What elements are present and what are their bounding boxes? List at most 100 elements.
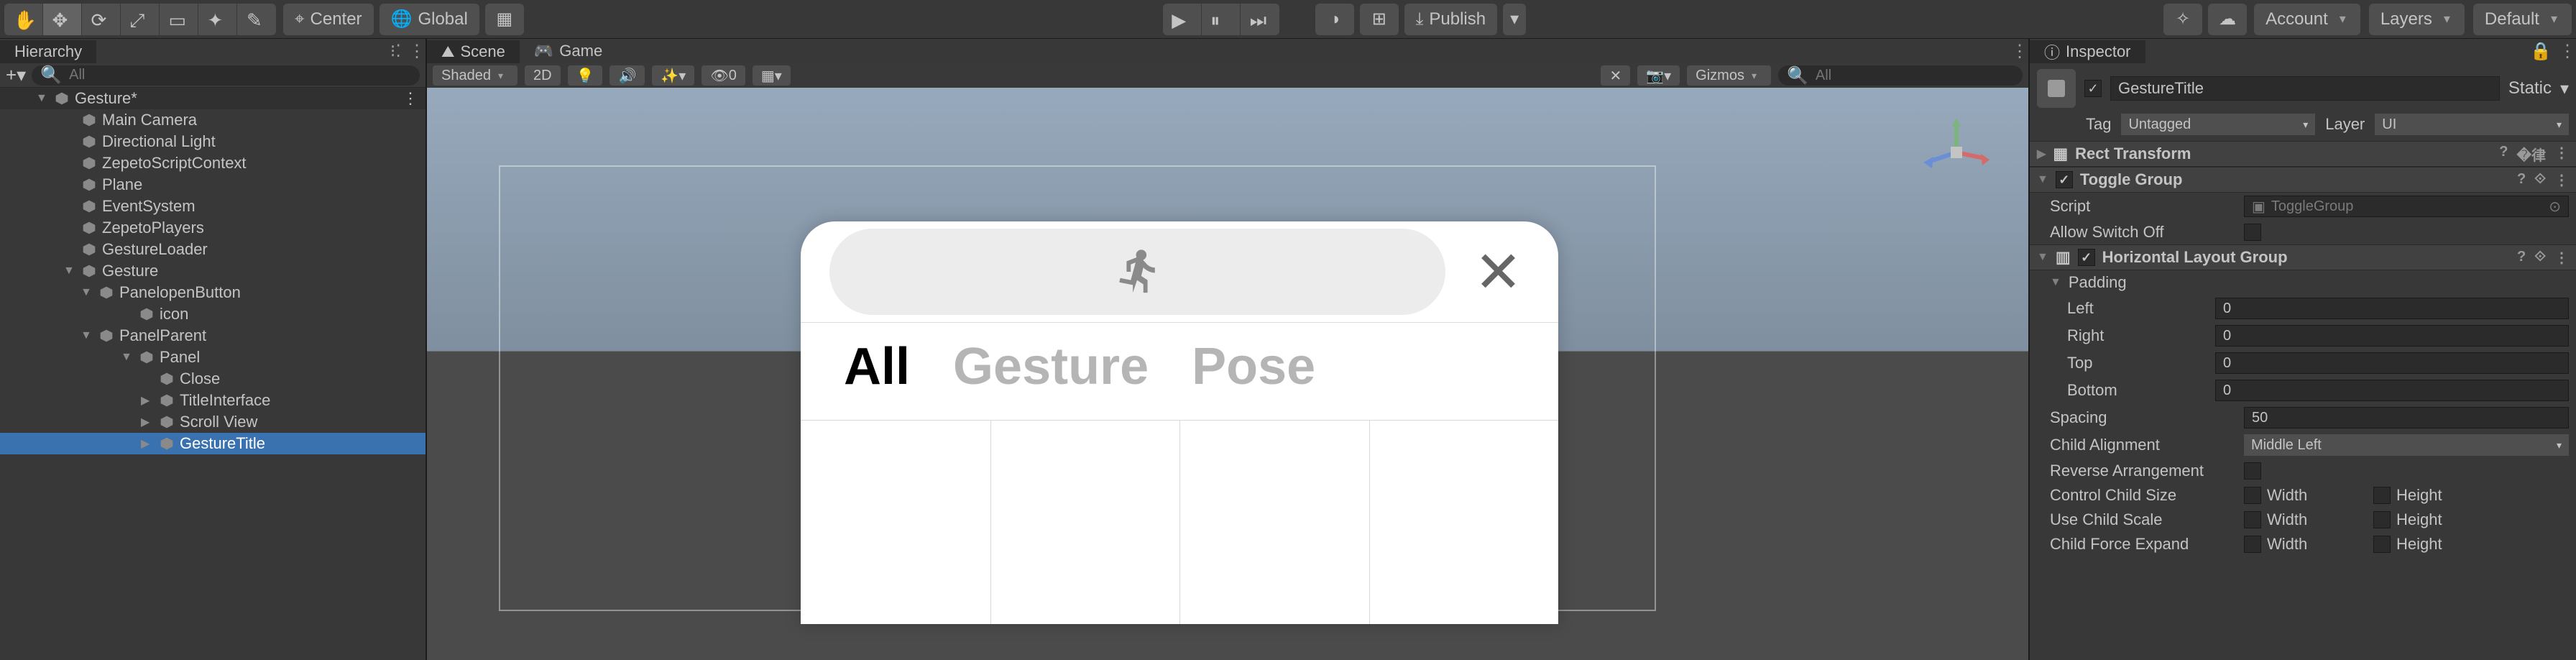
space-toggle[interactable]: 🌐Global [380, 4, 479, 35]
scene-tab[interactable]: ⛰Scene [427, 39, 520, 63]
cloud-icon[interactable]: ☁ [2208, 4, 2247, 35]
lock-icon[interactable]: ⁝⁚ [390, 41, 401, 62]
hierarchy-search-input[interactable] [69, 67, 411, 83]
lighting-toggle[interactable]: 💡 [568, 65, 603, 86]
help-icon[interactable]: ? [2517, 249, 2526, 267]
pause-button[interactable]: ⏸ [1202, 4, 1241, 35]
audio-toggle[interactable]: 🔊 [610, 65, 645, 86]
layers-dropdown[interactable]: Layers [2369, 4, 2465, 35]
publish-button[interactable]: ⤓Publish [1404, 4, 1497, 35]
gameobject-name-field[interactable] [2110, 76, 2500, 101]
scale-height-checkbox[interactable] [2373, 511, 2391, 528]
hierarchy-item[interactable]: ▶Scroll View [0, 411, 426, 433]
hierarchy-item[interactable]: Plane [0, 174, 426, 196]
gameobject-active-checkbox[interactable]: ✓ [2084, 80, 2102, 97]
toolbar-icon-2[interactable]: ⊞ [1360, 4, 1399, 35]
hand-tool[interactable]: ✋ [4, 4, 43, 35]
hierarchy-item[interactable]: ▼Gesture [0, 260, 426, 282]
hierarchy-item[interactable]: Directional Light [0, 131, 426, 152]
menu-icon[interactable]: ⋮ [408, 41, 426, 62]
play-button[interactable]: ▶ [1163, 4, 1202, 35]
scene-row[interactable]: ▼ Gesture* ⋮ [0, 88, 426, 109]
hidden-count[interactable]: 👁0 [702, 65, 745, 86]
scene-menu-icon[interactable]: ⋮ [2011, 41, 2028, 62]
axis-gizmo[interactable] [1920, 116, 1992, 188]
2d-toggle[interactable]: 2D [525, 65, 561, 86]
gizmos-dropdown[interactable]: Gizmos [1687, 65, 1771, 86]
snap-toggle[interactable]: ▦ [485, 4, 524, 35]
publish-dropdown[interactable]: ▾ [1503, 4, 1526, 35]
hierarchy-item[interactable]: Main Camera [0, 109, 426, 131]
toggle-group-header[interactable]: ▼ ✓ Toggle Group ?⟐⋮ [2030, 167, 2576, 193]
toolbar-icon-1[interactable]: ◑ [1315, 4, 1354, 35]
scene-menu-icon[interactable]: ⋮ [402, 89, 418, 108]
scene-search-input[interactable] [1816, 68, 2014, 84]
hierarchy-item[interactable]: ZepetoScriptContext [0, 152, 426, 174]
hierarchy-item[interactable]: EventSystem [0, 196, 426, 217]
rect-transform-header[interactable]: ▶ ▦ Rect Transform ?�律⋮ [2030, 141, 2576, 167]
scene-search[interactable]: 🔍 [1778, 65, 2023, 86]
expand-height-checkbox[interactable] [2373, 536, 2391, 553]
menu-icon[interactable]: ⋮ [2559, 41, 2576, 62]
hlg-header[interactable]: ▼ ▥ ✓ Horizontal Layout Group ?⟐⋮ [2030, 244, 2576, 270]
hierarchy-item[interactable]: ▶GestureTitle [0, 433, 426, 454]
game-tab[interactable]: 🎮Game [520, 39, 617, 63]
lock-icon[interactable]: 🔒 [2530, 41, 2552, 62]
reverse-checkbox[interactable] [2244, 462, 2261, 480]
help-icon[interactable]: ? [2517, 171, 2526, 189]
preset-icon[interactable]: �律 [2516, 144, 2546, 165]
fx-toggle[interactable]: ✨▾ [652, 65, 694, 86]
services-icon[interactable]: ✧ [2163, 4, 2202, 35]
hierarchy-item[interactable]: ▼Panel [0, 347, 426, 368]
scene-viewport[interactable]: ✕ All Gesture Pose [427, 88, 2028, 660]
layout-dropdown[interactable]: Default [2473, 4, 2572, 35]
component-menu-icon[interactable]: ⋮ [2554, 249, 2569, 267]
help-icon[interactable]: ? [2499, 144, 2508, 165]
hierarchy-tree[interactable]: ▼ Gesture* ⋮ Main CameraDirectional Ligh… [0, 88, 426, 660]
toggle-group-enabled[interactable]: ✓ [2056, 171, 2073, 188]
scale-tool[interactable]: ⤢ [121, 4, 160, 35]
component-menu-icon[interactable]: ⋮ [2554, 144, 2569, 165]
control-height-checkbox[interactable] [2373, 487, 2391, 504]
preset-icon[interactable]: ⟐ [2534, 249, 2546, 267]
hierarchy-item[interactable]: Close [0, 368, 426, 390]
camera-toggle[interactable]: 📷▾ [1637, 65, 1680, 86]
padding-right-field[interactable] [2215, 325, 2569, 347]
static-dropdown[interactable]: ▾ [2560, 78, 2569, 99]
tag-dropdown[interactable]: Untagged [2121, 114, 2315, 135]
hierarchy-item[interactable]: ZepetoPlayers [0, 217, 426, 239]
step-button[interactable]: ⏭ [1241, 4, 1279, 35]
create-dropdown[interactable]: +▾ [6, 64, 26, 86]
hierarchy-item[interactable]: ▼PanelParent [0, 325, 426, 347]
padding-left-field[interactable] [2215, 298, 2569, 319]
child-alignment-dropdown[interactable]: Middle Left [2244, 434, 2569, 456]
hierarchy-item[interactable]: GestureLoader [0, 239, 426, 260]
script-field[interactable]: ▣ ToggleGroup [2244, 196, 2569, 217]
allow-switch-off-checkbox[interactable] [2244, 224, 2261, 241]
hierarchy-item[interactable]: ▶TitleInterface [0, 390, 426, 411]
pivot-toggle[interactable]: ⌖Center [283, 4, 374, 35]
hierarchy-tab[interactable]: Hierarchy [0, 39, 96, 63]
transform-tool[interactable]: ✦ [198, 4, 237, 35]
control-width-checkbox[interactable] [2244, 487, 2261, 504]
preset-icon[interactable]: ⟐ [2534, 171, 2546, 189]
shading-dropdown[interactable]: Shaded [433, 65, 518, 86]
account-dropdown[interactable]: Account [2254, 4, 2360, 35]
hierarchy-item[interactable]: ▼PanelopenButton [0, 282, 426, 303]
padding-top-field[interactable] [2215, 352, 2569, 374]
hlg-enabled[interactable]: ✓ [2078, 249, 2095, 266]
inspector-tab[interactable]: ⓘInspector [2030, 39, 2145, 63]
expand-width-checkbox[interactable] [2244, 536, 2261, 553]
rect-tool[interactable]: ▭ [160, 4, 198, 35]
component-menu-icon[interactable]: ⋮ [2554, 171, 2569, 189]
rotate-tool[interactable]: ⟳ [82, 4, 121, 35]
padding-bottom-field[interactable] [2215, 380, 2569, 401]
padding-label[interactable]: Padding [2069, 273, 2127, 292]
grid-toggle[interactable]: ▦▾ [753, 65, 791, 86]
hierarchy-item[interactable]: icon [0, 303, 426, 325]
spacing-field[interactable] [2244, 407, 2569, 428]
custom-tool[interactable]: ✎ [237, 4, 276, 35]
hierarchy-search[interactable]: 🔍 [32, 65, 420, 86]
scale-width-checkbox[interactable] [2244, 511, 2261, 528]
layer-dropdown[interactable]: UI [2375, 114, 2569, 135]
